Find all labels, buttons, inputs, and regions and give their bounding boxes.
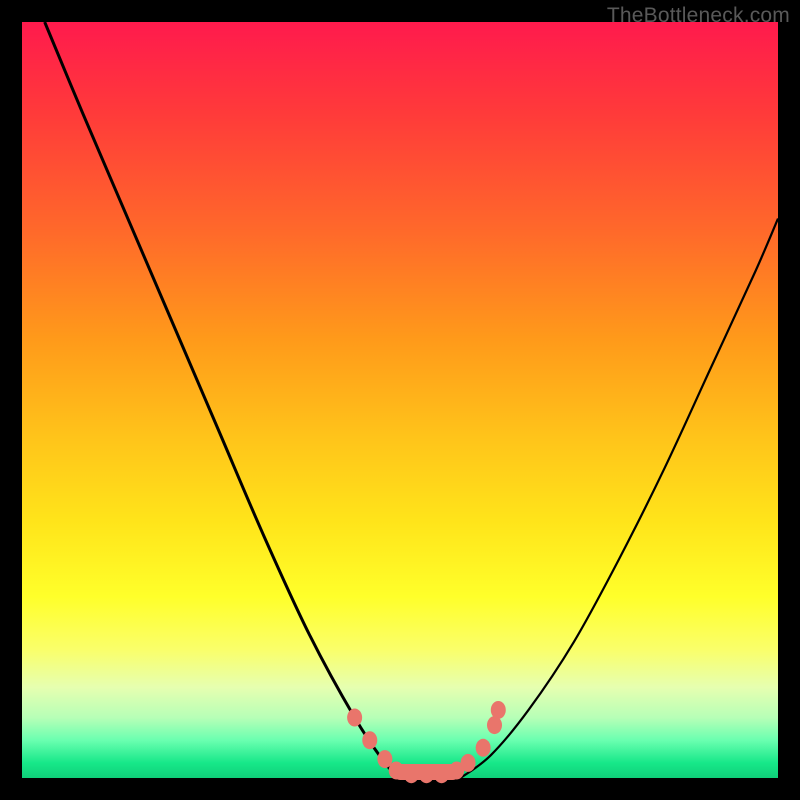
chart-plot-area xyxy=(22,22,778,778)
watermark-text: TheBottleneck.com xyxy=(607,4,790,28)
